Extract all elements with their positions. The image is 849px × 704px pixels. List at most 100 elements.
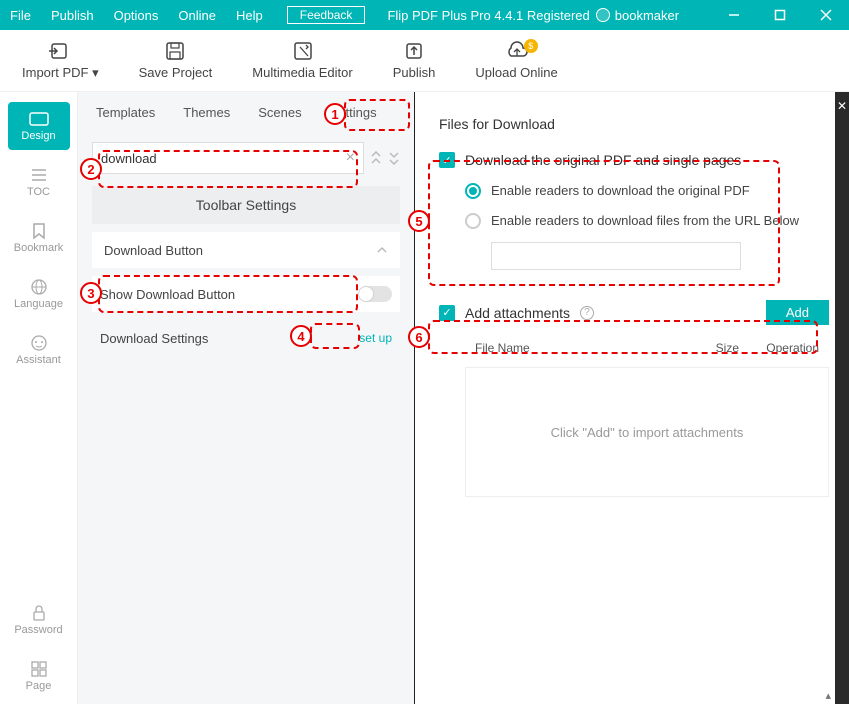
chevron-up-icon: [376, 246, 388, 254]
section-download-button[interactable]: Download Button: [92, 232, 400, 268]
tab-templates[interactable]: Templates: [96, 105, 155, 120]
menu-help[interactable]: Help: [236, 8, 263, 23]
sidebar-item-language[interactable]: Language: [8, 270, 70, 318]
menu-file[interactable]: File: [10, 8, 31, 23]
save-label: Save Project: [139, 65, 213, 80]
globe-icon: [30, 278, 48, 296]
sidebar-item-assistant[interactable]: Assistant: [8, 326, 70, 374]
sidebar-item-page[interactable]: Page: [8, 652, 70, 700]
add-attachments-label: Add attachments: [465, 305, 570, 321]
expand-all-icon[interactable]: [388, 151, 400, 165]
col-filename: File Name: [475, 341, 689, 355]
upload-online-button[interactable]: $ Upload Online: [475, 41, 557, 80]
subsection-label: Download Button: [104, 243, 203, 258]
download-original-label: Download the original PDF and single pag…: [465, 152, 741, 168]
attachments-header: ✓ Add attachments ? Add: [439, 300, 829, 325]
publish-icon: [404, 41, 424, 61]
multimedia-editor-button[interactable]: Multimedia Editor: [252, 41, 352, 80]
import-label: Import PDF ▾: [22, 65, 99, 81]
attachments-table: File Name Size Operation Click "Add" to …: [465, 335, 829, 497]
add-button[interactable]: Add: [766, 300, 829, 325]
upload-label: Upload Online: [475, 65, 557, 80]
help-icon[interactable]: ?: [580, 306, 594, 320]
tab-scenes[interactable]: Scenes: [258, 105, 301, 120]
annotation-badge-2: 2: [80, 158, 102, 180]
annotation-badge-4: 4: [290, 325, 312, 347]
main-toolbar: Import PDF ▾ Save Project Multimedia Edi…: [0, 30, 849, 92]
publish-button[interactable]: Publish: [393, 41, 436, 80]
assistant-label: Assistant: [16, 354, 61, 366]
multimedia-label: Multimedia Editor: [252, 65, 352, 80]
sidebar-item-toc[interactable]: TOC: [8, 158, 70, 206]
row-download-settings: Download Settings set up: [92, 320, 400, 356]
toc-icon: [30, 166, 48, 184]
annotation-badge-1: 1: [324, 103, 346, 125]
multimedia-icon: [293, 41, 313, 61]
maximize-icon: [774, 9, 786, 21]
dollar-badge: $: [524, 39, 538, 53]
radio-url[interactable]: [465, 213, 481, 229]
sidebar-item-bookmark[interactable]: Bookmark: [8, 214, 70, 262]
collapse-all-icon[interactable]: [370, 151, 382, 165]
download-original-check-row: ✓ Download the original PDF and single p…: [439, 152, 829, 168]
table-empty: Click "Add" to import attachments: [465, 367, 829, 497]
bookmark-icon: [31, 222, 47, 240]
annotation-badge-5: 5: [408, 210, 430, 232]
tab-themes[interactable]: Themes: [183, 105, 230, 120]
import-pdf-button[interactable]: Import PDF ▾: [22, 41, 99, 81]
user-icon: [596, 8, 610, 22]
show-download-label: Show Download Button: [100, 287, 235, 302]
save-icon: [165, 41, 185, 61]
page-label: Page: [26, 680, 52, 692]
sidebar-item-password[interactable]: Password: [8, 596, 70, 644]
menu-bar: File Publish Options Online Help: [10, 8, 263, 23]
radio-original-pdf[interactable]: [465, 183, 481, 199]
download-original-checkbox[interactable]: ✓: [439, 152, 455, 168]
save-project-button[interactable]: Save Project: [139, 41, 213, 80]
search-input[interactable]: [101, 151, 346, 166]
clear-search-icon[interactable]: ×: [346, 149, 355, 167]
maximize-button[interactable]: [757, 0, 803, 30]
user-name: bookmaker: [615, 8, 679, 23]
publish-label: Publish: [393, 65, 436, 80]
left-sidebar: Design TOC Bookmark Language Assistant P…: [0, 92, 78, 704]
menu-online[interactable]: Online: [178, 8, 216, 23]
title-bar: File Publish Options Online Help Feedbac…: [0, 0, 849, 30]
bookmark-label: Bookmark: [14, 242, 64, 254]
password-label: Password: [14, 624, 62, 636]
page-icon: [30, 660, 48, 678]
download-settings-label: Download Settings: [100, 331, 208, 346]
dark-edge: ✕: [835, 92, 849, 704]
assistant-icon: [30, 334, 48, 352]
col-operation: Operation: [739, 341, 819, 355]
row-show-download-button: Show Download Button: [92, 276, 400, 312]
radio-row-original-pdf[interactable]: Enable readers to download the original …: [465, 182, 829, 200]
panel-title: Files for Download: [439, 116, 829, 132]
setup-link[interactable]: set up: [359, 331, 392, 345]
feedback-button[interactable]: Feedback: [287, 6, 366, 24]
design-icon: [29, 110, 49, 128]
center-panel: Templates Themes Scenes Settings × Toolb…: [78, 92, 414, 704]
download-radio-group: Enable readers to download the original …: [465, 182, 829, 230]
annotation-badge-6: 6: [408, 326, 430, 348]
language-label: Language: [14, 298, 63, 310]
main-area: Design TOC Bookmark Language Assistant P…: [0, 92, 849, 704]
menu-publish[interactable]: Publish: [51, 8, 94, 23]
radio-original-label: Enable readers to download the original …: [491, 182, 750, 200]
right-panel: ✕ Files for Download ✓ Download the orig…: [414, 92, 849, 704]
scroll-indicator-icon[interactable]: ▴: [825, 689, 831, 702]
radio-url-label: Enable readers to download files from th…: [491, 212, 799, 230]
panel-close-icon[interactable]: ✕: [835, 98, 849, 114]
radio-row-url[interactable]: Enable readers to download files from th…: [465, 212, 829, 230]
sidebar-item-design[interactable]: Design: [8, 102, 70, 150]
design-label: Design: [21, 130, 55, 142]
url-input[interactable]: [491, 242, 741, 270]
show-download-toggle[interactable]: [358, 286, 392, 302]
menu-options[interactable]: Options: [114, 8, 159, 23]
user-account[interactable]: bookmaker: [596, 8, 679, 23]
add-attachments-checkbox[interactable]: ✓: [439, 305, 455, 321]
minimize-button[interactable]: [711, 0, 757, 30]
section-toolbar-settings[interactable]: Toolbar Settings: [92, 186, 400, 224]
col-size: Size: [689, 341, 739, 355]
close-button[interactable]: [803, 0, 849, 30]
